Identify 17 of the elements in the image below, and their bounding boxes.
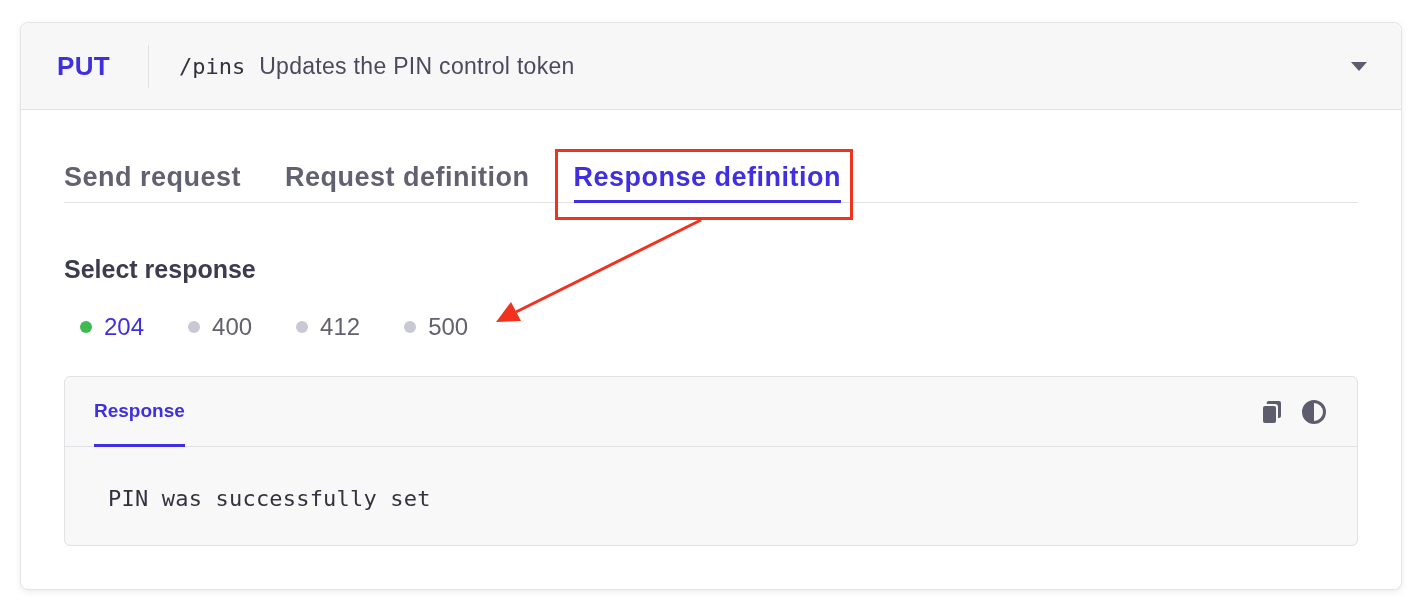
section-title: Select response: [64, 255, 257, 283]
endpoint-path: /pins: [178, 52, 246, 81]
caret-icon[interactable]: [1351, 61, 1367, 71]
http-method: PUT: [57, 49, 110, 83]
tab[interactable]: Request definition: [285, 162, 530, 203]
endpoint-summary: Updates the PIN control token: [259, 51, 575, 81]
tab[interactable]: Response definition: [573, 162, 842, 203]
response-option[interactable]: 400: [188, 313, 253, 341]
response-option[interactable]: 500: [404, 313, 469, 341]
panel-tab[interactable]: Response: [94, 400, 185, 447]
copy-icon[interactable]: [1262, 399, 1282, 424]
contrast-icon[interactable]: [1302, 399, 1326, 424]
tab[interactable]: Send request: [64, 162, 242, 203]
response-body: PIN was successfully set: [107, 485, 432, 513]
response-option[interactable]: 412: [296, 313, 361, 341]
response-option[interactable]: 204: [80, 313, 145, 341]
endpoint-header[interactable]: PUT /pins Updates the PIN control token: [21, 23, 1401, 110]
